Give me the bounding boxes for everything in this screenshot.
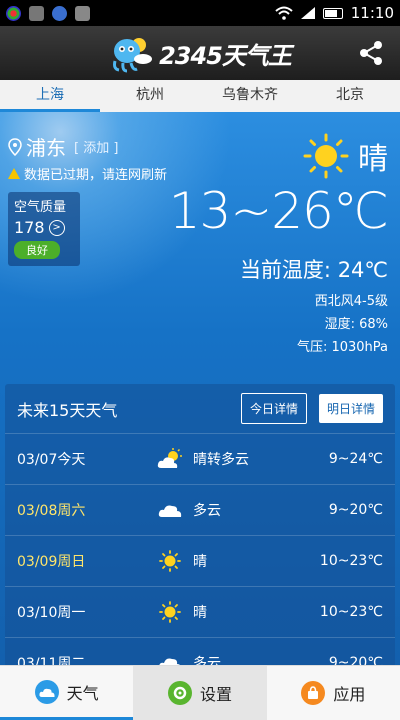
condition-text: 晴 (358, 142, 388, 177)
weather-main: 浦东 [ 添加 ] 数据已过期，请连网刷新 空气质量 178 > 良好 晴 13… (0, 112, 400, 665)
tab-shanghai[interactable]: 上海 (0, 80, 100, 112)
forecast-date: 03/10周一 (17, 605, 86, 621)
stale-data-warning: 数据已过期，请连网刷新 (8, 164, 167, 183)
today-detail-button[interactable]: 今日详情 (240, 393, 307, 424)
forecast-range: 9~20℃ (328, 502, 383, 518)
android-notification-icon (75, 5, 90, 21)
gear-icon (167, 681, 192, 705)
forecast-range: 10~23℃ (319, 604, 383, 620)
sun-icon (159, 601, 181, 623)
browser-notification-icon (52, 5, 67, 21)
chevron-right-icon: > (48, 219, 65, 236)
tab-beijing[interactable]: 北京 (300, 80, 400, 112)
forecast-date: 03/09周日 (17, 554, 86, 570)
forecast-desc: 晴转多云 (193, 452, 249, 468)
location: 浦东 [ 添加 ] (8, 132, 118, 161)
battery-icon (322, 7, 343, 19)
status-bar: 11:10 (0, 0, 400, 26)
warning-icon (8, 168, 20, 179)
air-quality-card[interactable]: 空气质量 178 > 良好 (8, 192, 80, 266)
nav-apps[interactable]: 应用 (267, 666, 400, 720)
app-notification-icon (6, 5, 21, 21)
forecast-desc: 晴 (193, 605, 207, 621)
nav-weather[interactable]: 天气 (0, 666, 134, 720)
forecast-title: 未来15天天气 (17, 400, 118, 420)
current-temperature: 当前温度: 24℃ (239, 258, 388, 282)
temperature-range: 13~26℃ (168, 182, 389, 240)
aqi-value: 178 (14, 218, 45, 237)
nav-settings-label: 设置 (199, 685, 232, 704)
wifi-icon (275, 6, 293, 20)
forecast-range: 10~23℃ (319, 553, 383, 569)
app-title: 2345天气王 (159, 41, 292, 70)
forecast-date: 03/07今天 (17, 452, 86, 468)
sun-cloud-icon (157, 448, 182, 468)
warning-text: 数据已过期，请连网刷新 (24, 168, 168, 183)
forecast-header: 未来15天天气 今日详情 明日详情 (5, 384, 395, 434)
tomorrow-detail-button[interactable]: 明日详情 (318, 394, 383, 423)
forecast-range: 9~20℃ (328, 655, 383, 665)
cloud-icon (34, 679, 59, 704)
app-logo: 2345天气王 (109, 33, 292, 73)
app-header: 2345天气王 (0, 26, 400, 80)
forecast-date: 03/11周二 (17, 656, 86, 665)
aqi-title: 空气质量 (14, 200, 67, 215)
location-name: 浦东 (26, 136, 66, 160)
location-pin-icon (8, 137, 22, 156)
aqi-level-badge: 良好 (14, 241, 60, 259)
forecast-row[interactable]: 03/09周日 晴 10~23℃ (5, 536, 395, 587)
tab-urumqi[interactable]: 乌鲁木齐 (200, 80, 300, 112)
forecast-row[interactable]: 03/08周六 多云 9~20℃ (5, 485, 395, 536)
wind-info: 西北风4-5级 (314, 294, 388, 309)
cloud-icon (159, 658, 181, 665)
forecast-desc: 多云 (193, 656, 221, 665)
humidity-info: 湿度: 68% (324, 317, 388, 332)
forecast-date: 03/08周六 (17, 503, 86, 519)
nav-settings[interactable]: 设置 (133, 666, 267, 720)
city-tabs: 上海 杭州 乌鲁木齐 北京 (0, 80, 400, 112)
aqi-value-row: 178 > (14, 218, 74, 237)
pressure-info: 气压: 1030hPa (296, 340, 388, 355)
gallery-notification-icon (29, 5, 44, 21)
cloud-icon (158, 505, 182, 517)
bottom-nav: 天气 设置 应用 (0, 665, 400, 720)
nav-apps-label: 应用 (333, 685, 366, 704)
status-time: 11:10 (350, 4, 394, 22)
forecast-row[interactable]: 03/11周二 多云 9~20℃ (5, 638, 395, 665)
forecast-row[interactable]: 03/10周一 晴 10~23℃ (5, 587, 395, 638)
add-city-link[interactable]: [ 添加 ] (74, 137, 118, 156)
sun-icon (159, 550, 181, 572)
forecast-panel: 未来15天天气 今日详情 明日详情 03/07今天 晴转多云 9~24℃ 03/… (5, 384, 395, 665)
nav-weather-label: 天气 (66, 683, 99, 703)
sun-icon (303, 133, 349, 179)
forecast-row[interactable]: 03/07今天 晴转多云 9~24℃ (5, 434, 395, 485)
share-icon[interactable] (356, 38, 386, 68)
forecast-range: 9~24℃ (328, 451, 383, 467)
condition: 晴 (302, 132, 388, 180)
forecast-desc: 晴 (193, 554, 207, 570)
tab-hangzhou[interactable]: 杭州 (100, 80, 200, 112)
bag-icon (301, 681, 326, 705)
mascot-logo-icon (113, 38, 153, 73)
status-notification-icons (6, 5, 90, 21)
signal-icon (300, 7, 315, 19)
forecast-desc: 多云 (193, 503, 221, 519)
